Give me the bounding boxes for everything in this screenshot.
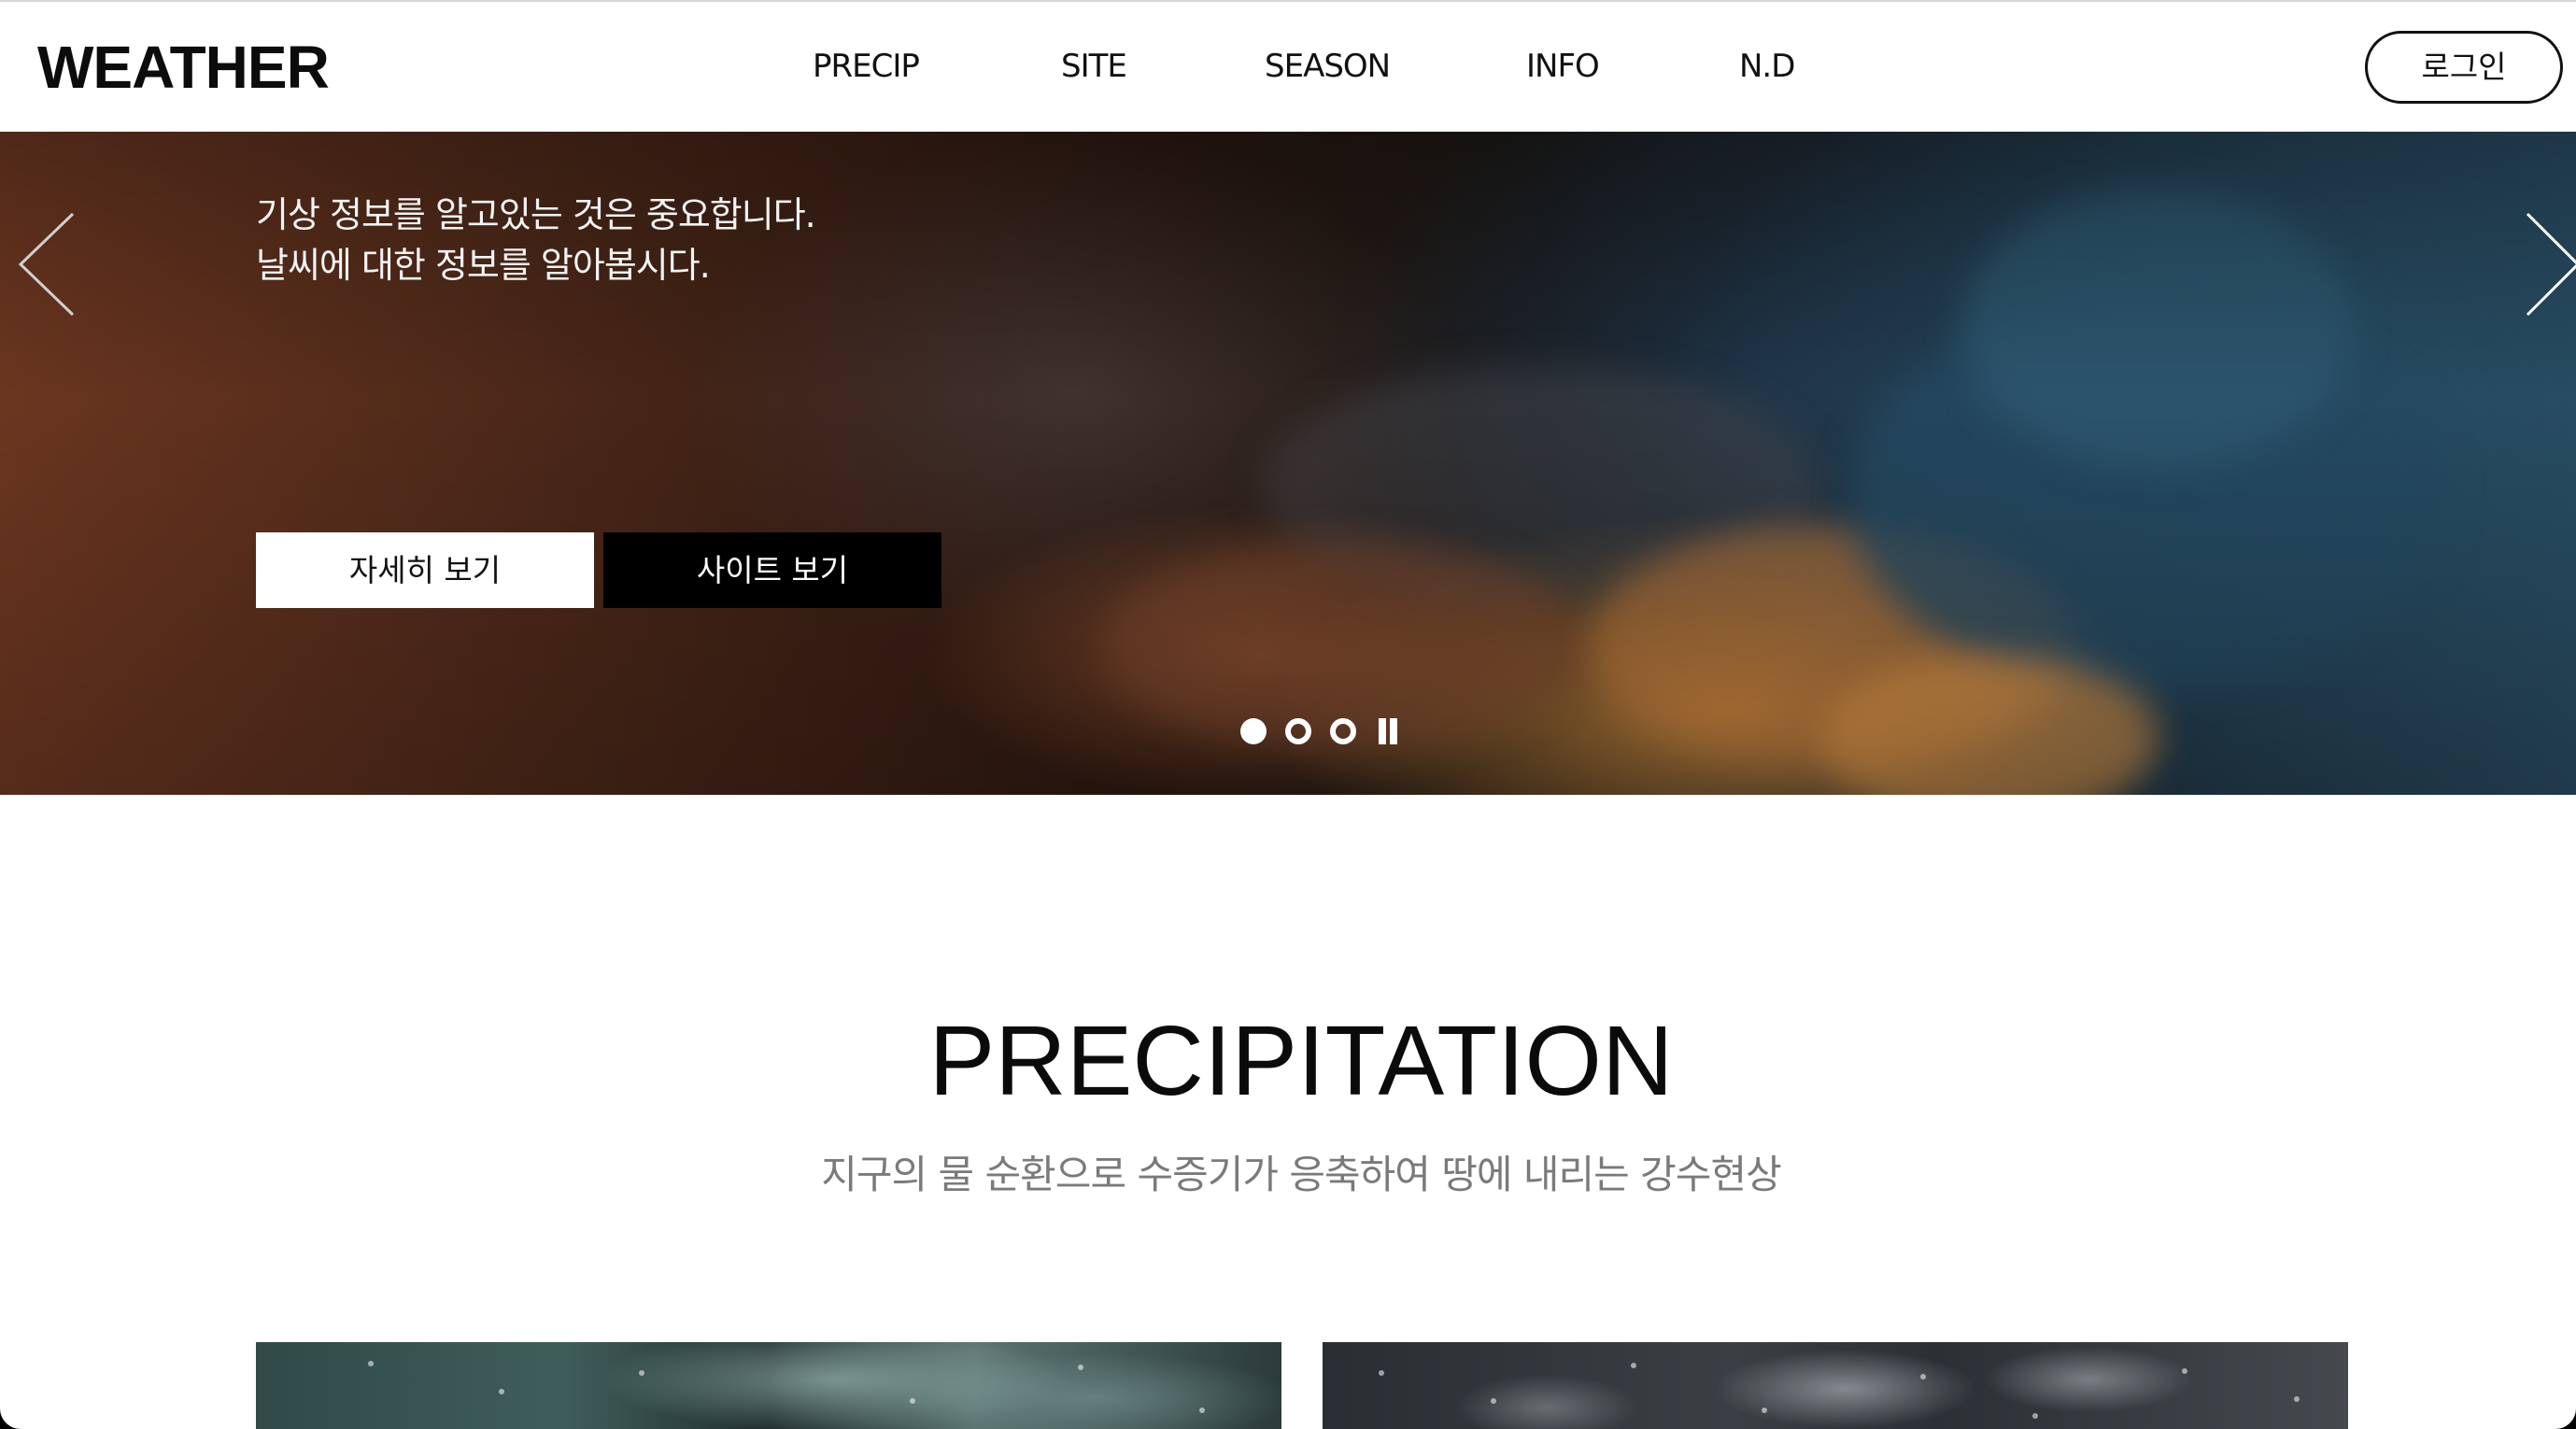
snow-speck bbox=[1762, 1408, 1767, 1413]
hero-line-2: 날씨에 대한 정보를 알아봅시다. bbox=[256, 245, 711, 286]
nav-item-site[interactable]: SITE bbox=[1061, 43, 1127, 90]
snow-speck bbox=[2182, 1368, 2187, 1374]
snow-image-card[interactable] bbox=[1323, 1342, 2348, 1429]
raindrop-speck bbox=[1199, 1408, 1205, 1413]
nav-item-precip[interactable]: PRECIP bbox=[813, 43, 920, 90]
rain-image-card[interactable] bbox=[256, 1342, 1281, 1429]
site-header: WEATHER PRECIP SITE SEASON INFO N.D 로그인 bbox=[0, 0, 2576, 132]
snow-speck bbox=[2032, 1413, 2038, 1419]
snow-speck bbox=[1379, 1370, 1384, 1376]
site-logo[interactable]: WEATHER bbox=[37, 32, 330, 103]
pause-icon[interactable] bbox=[1377, 718, 1399, 744]
page: WEATHER PRECIP SITE SEASON INFO N.D 로그인 … bbox=[0, 0, 2576, 1429]
snow-speck bbox=[1491, 1398, 1496, 1404]
hero-slider: 기상 정보를 알고있는 것은 중요합니다. 날씨에 대한 정보를 알아봅시다. … bbox=[0, 132, 2576, 795]
chevron-left-icon[interactable] bbox=[13, 210, 125, 341]
hero-text: 기상 정보를 알고있는 것은 중요합니다. 날씨에 대한 정보를 알아봅시다. bbox=[256, 190, 816, 290]
site-button[interactable]: 사이트 보기 bbox=[603, 532, 941, 608]
slider-dot-1[interactable] bbox=[1240, 718, 1267, 744]
slider-dot-3[interactable] bbox=[1330, 718, 1356, 744]
snow-speck bbox=[1920, 1374, 1926, 1379]
raindrop-speck bbox=[910, 1398, 915, 1404]
raindrop-speck bbox=[639, 1370, 644, 1376]
slider-dot-2[interactable] bbox=[1285, 718, 1311, 744]
nav-item-nd[interactable]: N.D bbox=[1739, 43, 1795, 90]
hero-line-1: 기상 정보를 알고있는 것은 중요합니다. bbox=[256, 194, 816, 235]
raindrop-speck bbox=[368, 1361, 374, 1366]
login-button[interactable]: 로그인 bbox=[2365, 31, 2563, 104]
section-title: PRECIPITATION bbox=[928, 1006, 1674, 1116]
nav-item-info[interactable]: INFO bbox=[1526, 43, 1600, 90]
section-subtitle: 지구의 물 순환으로 수증기가 응축하여 땅에 내리는 강수현상 bbox=[821, 1152, 1781, 1197]
snow-speck bbox=[1631, 1363, 1636, 1368]
raindrop-speck bbox=[1078, 1365, 1083, 1370]
snow-speck bbox=[2294, 1396, 2300, 1402]
chevron-right-icon[interactable] bbox=[2512, 210, 2576, 341]
raindrop-speck bbox=[499, 1389, 504, 1394]
detail-button[interactable]: 자세히 보기 bbox=[256, 532, 594, 608]
nav-item-season[interactable]: SEASON bbox=[1265, 43, 1391, 90]
